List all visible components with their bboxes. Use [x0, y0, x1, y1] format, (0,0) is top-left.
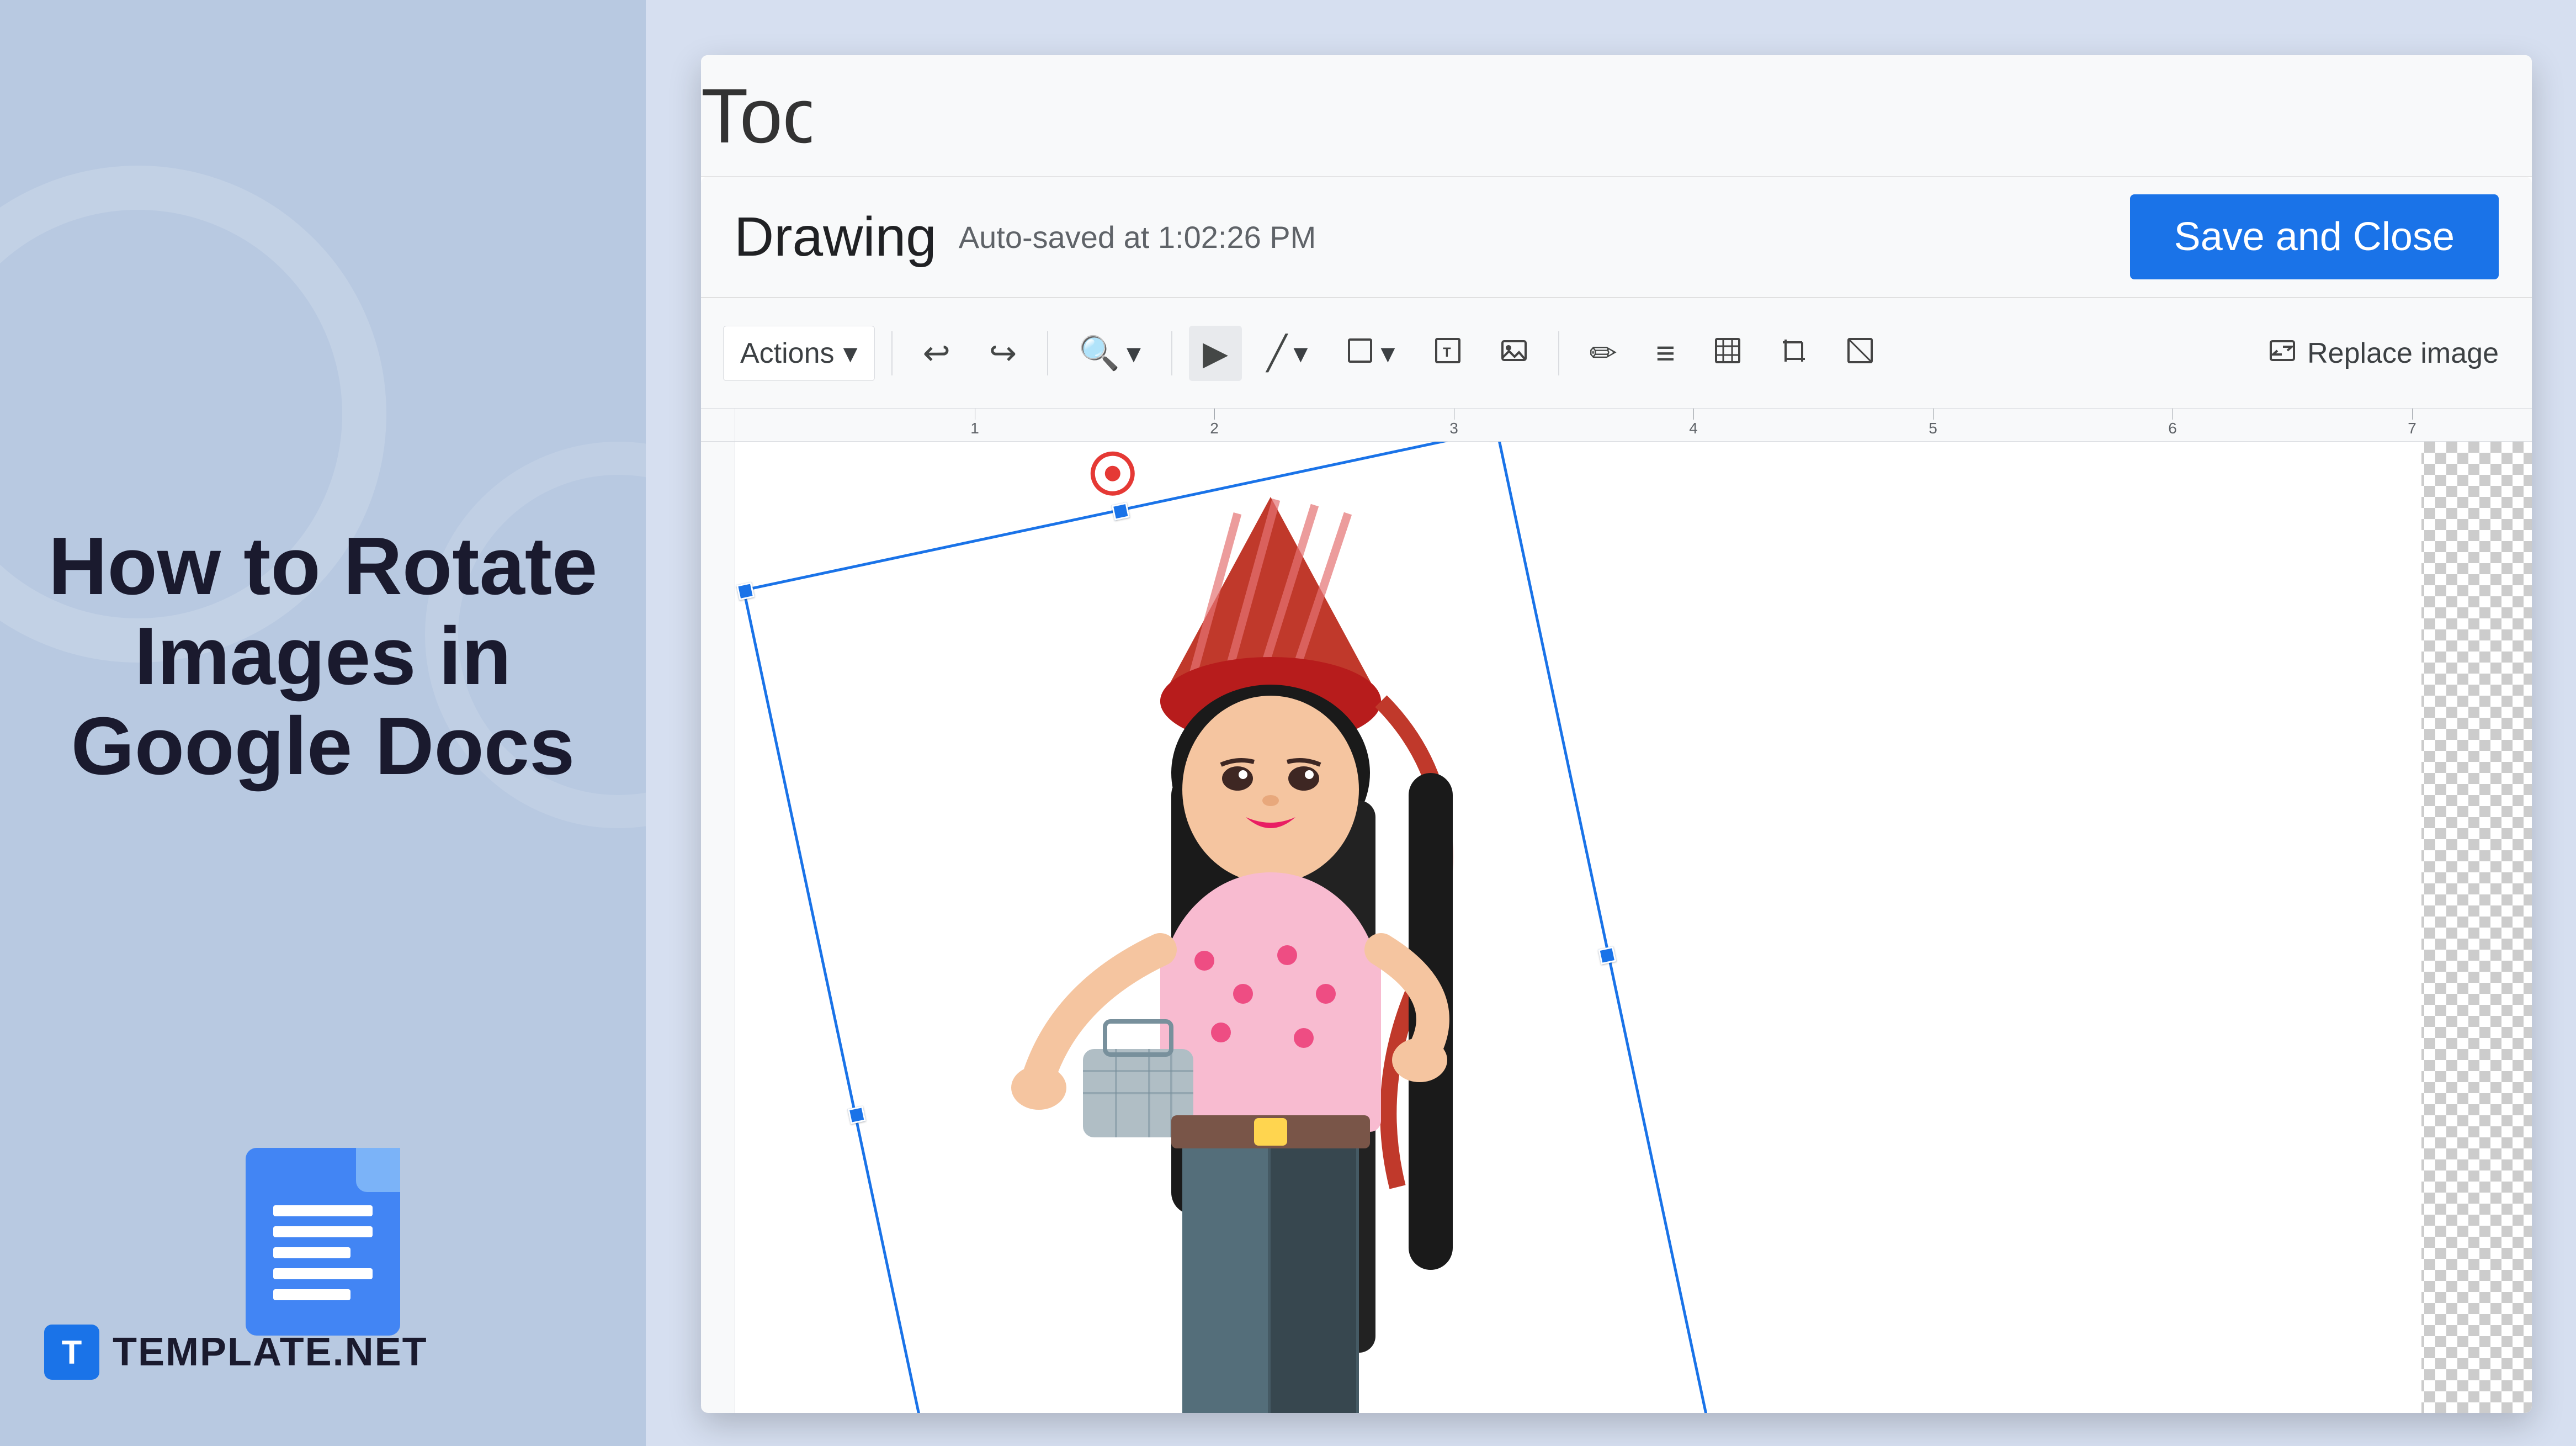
svg-text:T: T — [1443, 345, 1451, 360]
shape-tool-icon — [1346, 334, 1374, 372]
grid-tool-button[interactable] — [1700, 326, 1755, 381]
toolbar-divider-3 — [1171, 331, 1172, 375]
doc-line-1 — [273, 1205, 373, 1216]
selection-wrapper — [846, 497, 1618, 1413]
text-tool-icon: T — [1434, 334, 1462, 372]
line-weight-icon: ≡ — [1656, 334, 1675, 372]
actions-chevron-icon: ▾ — [843, 337, 858, 370]
ruler-corner — [701, 409, 735, 441]
replace-image-label: Replace image — [2307, 337, 2499, 370]
actions-button[interactable]: Actions ▾ — [723, 326, 875, 381]
ruler-horizontal: 1 2 3 4 5 6 7 — [735, 409, 2532, 441]
logo-area: T TEMPLATE.NET — [44, 1325, 428, 1380]
handle-mr[interactable] — [1598, 946, 1616, 965]
pen-tool-button[interactable]: ✏ — [1576, 326, 1631, 381]
drawing-canvas-area — [701, 442, 2532, 1413]
crop-tool-button[interactable] — [1766, 326, 1821, 381]
image-tool-icon — [1500, 334, 1528, 372]
right-panel: Too Drawing Auto-saved at 1:02:26 PM Sav… — [646, 0, 2576, 1446]
ruler-area: 1 2 3 4 5 6 7 — [701, 409, 2532, 442]
mask-tool-icon — [1846, 334, 1874, 372]
selection-rotated — [742, 442, 1722, 1413]
drawing-toolbar: Actions ▾ ↩ ↪ 🔍 ▾ — [701, 298, 2532, 409]
toolbar-divider-1 — [891, 331, 893, 375]
ruler-label-4: 4 — [1689, 420, 1698, 437]
template-logo-letter: T — [62, 1333, 82, 1371]
doc-line-3 — [273, 1247, 350, 1258]
actions-label: Actions — [740, 337, 835, 370]
line-tool-chevron-icon: ▾ — [1293, 337, 1308, 370]
canvas-content[interactable] — [735, 442, 2532, 1413]
zoom-icon: 🔍 — [1079, 333, 1120, 373]
too-text: Too — [701, 71, 811, 161]
zoom-chevron-icon: ▾ — [1127, 337, 1141, 370]
rotation-handle-inner — [1103, 464, 1122, 483]
ruler-label-1: 1 — [970, 420, 979, 437]
mask-tool-button[interactable] — [1833, 326, 1888, 381]
shape-tool-chevron-icon: ▾ — [1380, 337, 1395, 370]
ruler-tick-7 — [2412, 409, 2413, 420]
line-weight-button[interactable]: ≡ — [1642, 326, 1689, 381]
ruler-tick-2 — [1214, 409, 1215, 420]
pen-tool-icon: ✏ — [1590, 334, 1617, 373]
zoom-button[interactable]: 🔍 ▾ — [1065, 326, 1155, 381]
select-icon: ▶ — [1203, 334, 1228, 373]
ruler-label-2: 2 — [1210, 420, 1219, 437]
toolbar-divider-4 — [1558, 331, 1559, 375]
template-logo-box: T — [44, 1325, 99, 1380]
selection-border — [742, 442, 1722, 1413]
left-panel: How to Rotate Images in Google Docs T TE… — [0, 0, 646, 1446]
drawing-dialog: Drawing Auto-saved at 1:02:26 PM Save an… — [701, 177, 2532, 1413]
crop-tool-icon — [1780, 334, 1808, 372]
undo-button[interactable]: ↩ — [909, 326, 964, 381]
ruler-label-6: 6 — [2168, 420, 2177, 437]
toolbar-divider-2 — [1047, 331, 1048, 375]
line-tool-icon: ╱ — [1267, 334, 1287, 373]
docs-topbar: Too — [701, 55, 2532, 177]
ruler-tick-4 — [1693, 409, 1694, 420]
handle-ml[interactable] — [848, 1106, 866, 1124]
ruler-label-5: 5 — [1929, 420, 1937, 437]
replace-image-button[interactable]: Replace image — [2258, 334, 2510, 372]
handle-tm[interactable] — [1112, 502, 1130, 521]
grid-tool-icon — [1714, 334, 1741, 372]
text-tool-button[interactable]: T — [1420, 326, 1475, 381]
doc-line-5 — [273, 1289, 350, 1300]
redo-icon: ↪ — [989, 334, 1017, 373]
ruler-tick-5 — [1933, 409, 1934, 420]
autosaved-text: Auto-saved at 1:02:26 PM — [959, 219, 2108, 255]
select-tool-button[interactable]: ▶ — [1189, 326, 1242, 381]
redo-button[interactable]: ↪ — [975, 326, 1031, 381]
image-tool-button[interactable] — [1486, 326, 1542, 381]
doc-icon — [246, 1148, 400, 1336]
main-title: How to Rotate Images in Google Docs — [4, 522, 642, 791]
undo-icon: ↩ — [923, 334, 950, 373]
replace-image-icon — [2269, 334, 2296, 372]
doc-line-2 — [273, 1226, 373, 1237]
ruler-label-7: 7 — [2408, 420, 2416, 437]
drawing-title: Drawing — [734, 205, 937, 269]
template-net-text: TEMPLATE.NET — [113, 1330, 428, 1375]
doc-line-4 — [273, 1268, 373, 1279]
ruler-label-3: 3 — [1449, 420, 1458, 437]
handle-tl[interactable] — [736, 582, 755, 600]
ruler-vertical — [701, 442, 735, 1413]
line-tool-button[interactable]: ╱ ▾ — [1253, 326, 1321, 381]
shape-tool-button[interactable]: ▾ — [1332, 326, 1409, 381]
drawing-header: Drawing Auto-saved at 1:02:26 PM Save an… — [701, 177, 2532, 298]
docs-window: Too Drawing Auto-saved at 1:02:26 PM Sav… — [701, 55, 2532, 1413]
save-close-button[interactable]: Save and Close — [2130, 194, 2499, 279]
